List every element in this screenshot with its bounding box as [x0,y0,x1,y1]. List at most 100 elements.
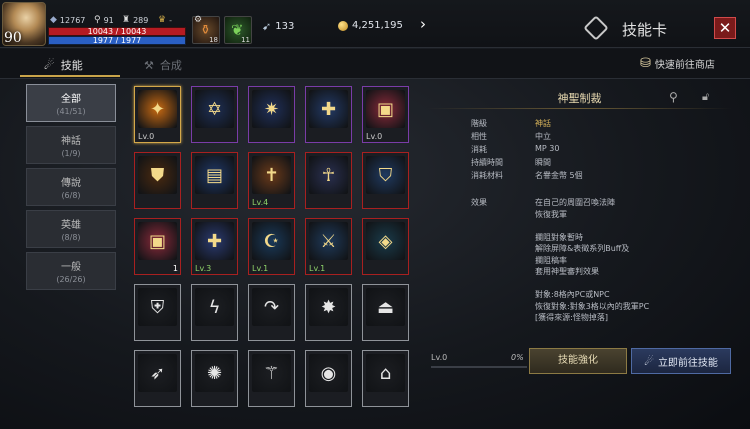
skill-card[interactable]: ▣ Lv.0 [362,86,409,143]
attribute-row: 階級 神話 [471,118,551,129]
skill-icon: ▣ [366,90,405,128]
stat-attack: ⚲ 91 [94,15,114,25]
skill-icon: ▤ [195,156,234,194]
effect-line: 解除屏障&表徵系列Buff及 [535,244,630,253]
skill-level: Lv.3 [195,264,212,273]
attribute-label: 持續時間 [471,158,503,167]
skill-card[interactable]: ▣ 1 [134,218,181,275]
quick-shop-button[interactable]: ⛁ 快速前往商店 [640,56,715,71]
trophy-icon: ♛ [158,15,167,25]
skill-icon: ☪ [252,222,291,260]
skill-icon: ⛨ [138,288,177,326]
goto-skill-button[interactable]: ☄ 立即前往技能 [631,348,731,374]
skill-card[interactable]: ➶ [134,350,181,407]
gold-coin-icon [338,20,348,31]
search-icon[interactable]: ⚲ [669,90,678,104]
skill-card[interactable]: ϟ [191,284,238,341]
skill-icon: ⌂ [366,354,405,392]
close-button[interactable]: ✕ [714,17,736,39]
skill-card[interactable]: ⌂ [362,350,409,407]
stat-power: ◆ 12767 [50,15,86,25]
divider [427,108,732,109]
hp-text: 10043 / 10043 [87,27,147,36]
effect-line: 對象:8格內PC或NPC [535,290,610,299]
mp-text: 1977 / 1977 [92,36,142,45]
skill-card[interactable]: ✺ [191,350,238,407]
skill-card[interactable]: ☪ Lv.1 [248,218,295,275]
stat-defense: ♜ 289 [122,15,149,25]
skill-icon: ϟ [195,288,234,326]
effect-label: 效果 [471,198,487,207]
effect-line: 攔阻對象暫時 [535,232,583,242]
skill-card[interactable]: ⛊ [134,152,181,209]
category-mythic[interactable]: 神話 (1/9) [26,126,116,164]
skill-icon: ▣ [138,222,177,260]
effect-line: 恢復我軍 [535,209,567,219]
top-hud: 90 ◆ 12767 ⚲ 91 ♜ 289 ♛ - 10043 / 10043 … [0,0,750,48]
feather-icon: ➹ [262,20,272,33]
effect-line: 套用神聖審判效果 [535,267,599,276]
skill-card[interactable]: ⚔ Lv.1 [305,218,352,275]
skill-icon: ✝ [252,156,291,194]
skill-icon: ☥ [309,156,348,194]
skill-card[interactable]: ⛨ [134,284,181,341]
effect-line: 攔阻稿率 [535,255,567,265]
skill-icon: ↷ [252,288,291,326]
skill-card[interactable]: ✡ [191,86,238,143]
skill-icon: ⛉ [366,156,405,194]
skill-card[interactable]: ↷ [248,284,295,341]
skill-level: Lv.1 [252,264,269,273]
skill-level: Lv.0 [138,132,155,141]
skill-icon: ⏏ [366,288,405,326]
tab-bar: ☄ 技能 ⚒ 合成 ⛁ 快速前往商店 [0,49,750,79]
skill-card[interactable]: ▤ [191,152,238,209]
mp-bar: 1977 / 1977 [48,36,186,45]
skill-name: 神聖制裁 [557,92,602,105]
skill-card[interactable]: ✚ [305,86,352,143]
hp-bar: 10043 / 10043 [48,27,186,36]
skill-icon: ⚚ [252,354,291,392]
skill-card[interactable]: ⛉ [362,152,409,209]
category-hero[interactable]: 英雄 (8/8) [26,210,116,248]
skill-card[interactable]: ✝ Lv.4 [248,152,295,209]
skill-card[interactable]: ✷ [248,86,295,143]
attribute-label: 相性 [471,132,487,141]
attribute-row: 相性 中立 [471,131,551,142]
gem-currency: ➹ 133 [262,20,295,33]
skill-icon: ◈ [366,222,405,260]
category-legend[interactable]: 傳說 (6/8) [26,168,116,206]
enhance-skill-button[interactable]: 技能強化 [529,348,627,374]
active-tab-indicator [20,75,120,77]
category-normal[interactable]: 一般 (26/26) [26,252,116,290]
tab-skills[interactable]: ☄ 技能 [44,57,83,73]
stat-trophy: ♛ - [158,15,172,25]
skill-card[interactable]: ✚ Lv.3 [191,218,238,275]
skill-card[interactable]: ✦ Lv.0 [134,86,181,143]
skill-icon: ⛊ [138,156,177,194]
effect-line: 恢復對象:對象3格以內的我軍PC [535,301,650,311]
skill-icon: ✦ [138,90,177,128]
window-title: 技能卡 [622,21,668,39]
swirl-icon: ☄ [44,58,55,72]
skill-level: Lv.0 [366,132,383,141]
skill-card[interactable]: ☥ [305,152,352,209]
action-bar: Lv.0 0% 技能強化 ☄ 立即前往技能 [427,348,737,378]
skill-icon: ➶ [138,354,177,392]
skill-icon: ✷ [252,90,291,128]
attribute-row: 消耗 MP 30 [471,144,559,155]
attribute-value: MP 30 [535,144,560,153]
skill-card[interactable]: ◈ [362,218,409,275]
chevron-right-icon[interactable]: › [420,15,426,33]
category-all[interactable]: 全部 (41/51) [26,84,116,122]
skill-card[interactable]: ⏏ [362,284,409,341]
skill-card[interactable]: ✸ [305,284,352,341]
skill-card-icon [583,15,609,41]
buff-leaf[interactable]: ❦ 11 [224,16,252,44]
tab-synthesis[interactable]: ⚒ 合成 [144,57,182,73]
skill-card[interactable]: ◉ [305,350,352,407]
skill-card[interactable]: ⚚ [248,350,295,407]
buff-potion[interactable]: ⚙ ⚱ 18 [192,15,220,44]
gold-currency: 4,251,195 [338,20,403,31]
effect-line: 在自己的周圍召喚法陣 [535,198,615,207]
lock-icon[interactable]: 🔓︎ [702,90,709,104]
